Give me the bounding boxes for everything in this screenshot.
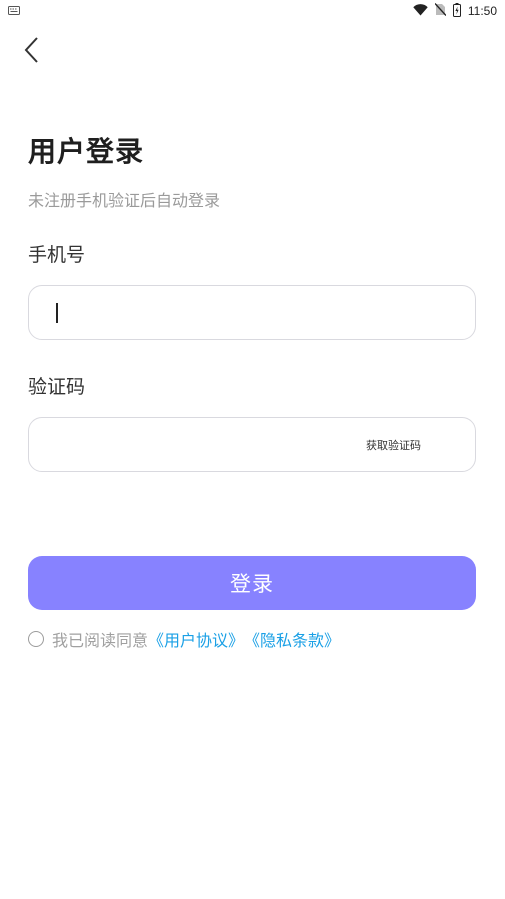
subtitle: 未注册手机验证后自动登录 — [28, 191, 221, 210]
keyboard-icon — [8, 4, 20, 18]
privacy-policy-link[interactable]: 《隐私条款》 — [244, 627, 340, 651]
text-cursor — [56, 303, 58, 323]
phone-input[interactable] — [49, 286, 369, 339]
get-code-button[interactable]: 获取验证码 — [366, 437, 421, 453]
page-title: 用户登录 — [28, 135, 145, 168]
chevron-left-icon — [24, 37, 40, 67]
agreement-checkbox[interactable] — [28, 631, 44, 647]
user-agreement-link[interactable]: 《用户协议》 — [148, 627, 244, 651]
wifi-icon — [413, 3, 428, 19]
phone-label: 手机号 — [28, 244, 86, 266]
status-time: 11:50 — [467, 4, 497, 18]
no-sim-icon — [434, 3, 447, 19]
login-button[interactable]: 登录 — [28, 556, 476, 610]
back-button[interactable] — [16, 34, 48, 70]
code-label: 验证码 — [28, 376, 86, 398]
code-field-container[interactable]: 获取验证码 — [28, 417, 476, 472]
battery-icon — [452, 2, 461, 20]
status-bar: 11:50 — [0, 0, 505, 22]
phone-field-container[interactable] — [28, 285, 476, 340]
agreement-prefix: 我已阅读同意 — [52, 631, 149, 650]
agreement-row: 我已阅读同意 《用户协议》 《隐私条款》 — [28, 627, 340, 651]
code-input[interactable] — [49, 418, 369, 471]
